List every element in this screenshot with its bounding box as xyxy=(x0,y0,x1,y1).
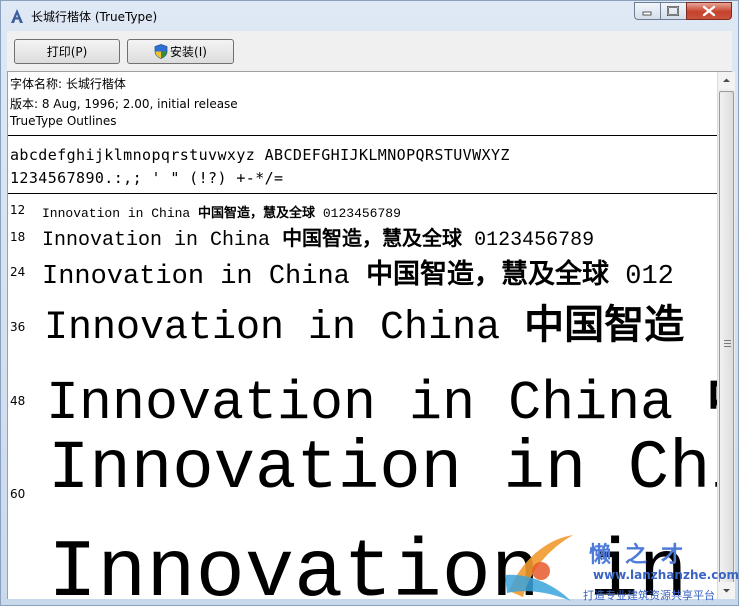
sample-line-36: Innovation in China 中国智造 xyxy=(44,292,684,351)
divider xyxy=(8,135,718,136)
scroll-thumb[interactable] xyxy=(719,91,734,596)
sample-latin: Innovation in China xyxy=(44,306,501,351)
size-label: 48 xyxy=(10,394,26,408)
watermark-url: www.lanzhanzhe.com xyxy=(593,568,739,582)
charset-digits: 1234567890.:,; ' " (!?) +-*/= xyxy=(10,169,284,187)
font-outline-line: TrueType Outlines xyxy=(10,114,117,128)
sample-chinese: 中国智造，慧及全球 xyxy=(282,226,463,250)
sample-digits: 0123456789 xyxy=(474,229,595,252)
sample-line-12: Innovation in China 中国智造，慧及全球 0123456789 xyxy=(42,202,401,221)
install-button[interactable]: 安装(I) xyxy=(127,39,234,64)
arrow-up-icon xyxy=(723,78,730,82)
scroll-up-button[interactable] xyxy=(718,72,735,89)
close-icon xyxy=(702,5,716,17)
window-title: 长城行楷体 (TrueType) xyxy=(31,10,158,24)
sample-latin: Innovation in China xyxy=(42,262,350,292)
charset-letters: abcdefghijklmnopqrstuvwxyz ABCDEFGHIJKLM… xyxy=(10,146,510,164)
font-viewer-window: 长城行楷体 (TrueType) 打印(P) 安装(I) 字体名称: 长城行楷体… xyxy=(0,0,739,606)
size-label: 36 xyxy=(10,320,26,334)
sample-latin: Innovation in China xyxy=(42,206,191,221)
size-label: 60 xyxy=(10,487,26,501)
font-version-line: 版本: 8 Aug, 1996; 2.00, initial release xyxy=(10,97,238,111)
print-button[interactable]: 打印(P) xyxy=(14,39,120,64)
title-bar[interactable]: 长城行楷体 (TrueType) xyxy=(1,1,738,31)
close-button[interactable] xyxy=(686,2,732,20)
sample-line-24: Innovation in China 中国智造，慧及全球 012 xyxy=(42,252,674,292)
divider xyxy=(8,193,718,194)
sample-line-18: Innovation in China 中国智造，慧及全球 0123456789 xyxy=(42,222,594,252)
sample-latin: Innovation in China xyxy=(46,372,674,435)
sample-line-60: Innovation in Chi xyxy=(48,430,718,508)
watermark-slogan: 打造专业建筑资源共享平台 xyxy=(583,589,715,602)
site-watermark: 懒之才 www.lanzhanzhe.com 打造专业建筑资源共享平台 xyxy=(501,531,739,607)
minimize-button[interactable] xyxy=(634,2,660,20)
sample-digits: 012 xyxy=(625,262,674,292)
caption-buttons xyxy=(634,2,732,21)
uac-shield-icon xyxy=(154,44,168,59)
watermark-title: 懒之才 xyxy=(589,542,698,568)
sample-latin: Innovation in Chi xyxy=(48,430,718,508)
size-label: 24 xyxy=(10,265,26,279)
maximize-button[interactable] xyxy=(660,2,686,20)
install-button-label: 安装(I) xyxy=(170,45,207,59)
sample-digits: 0123456789 xyxy=(322,206,401,221)
size-label: 18 xyxy=(10,230,26,244)
sample-latin: Innovation in China xyxy=(42,229,271,252)
maximize-icon xyxy=(667,6,679,16)
watermark-logo-icon xyxy=(505,535,573,601)
size-label: 12 xyxy=(10,203,26,217)
sample-chinese: 中国智造，慧及全球 xyxy=(198,206,316,221)
print-button-label: 打印(P) xyxy=(46,45,88,59)
vertical-scrollbar[interactable] xyxy=(717,72,735,599)
toolbar: 打印(P) 安装(I) xyxy=(7,31,732,72)
grip-icon xyxy=(724,340,731,349)
font-preview-pane: 字体名称: 长城行楷体 版本: 8 Aug, 1996; 2.00, initi… xyxy=(7,72,718,599)
sample-chinese: 中国智造 xyxy=(524,301,685,348)
sample-line-48: Innovation in China 中 xyxy=(46,354,718,435)
sample-chinese: 中国智造，慧及全球 xyxy=(366,259,610,290)
font-name-line: 字体名称: 长城行楷体 xyxy=(10,77,126,91)
font-file-icon xyxy=(11,9,23,23)
minimize-icon xyxy=(642,11,652,16)
